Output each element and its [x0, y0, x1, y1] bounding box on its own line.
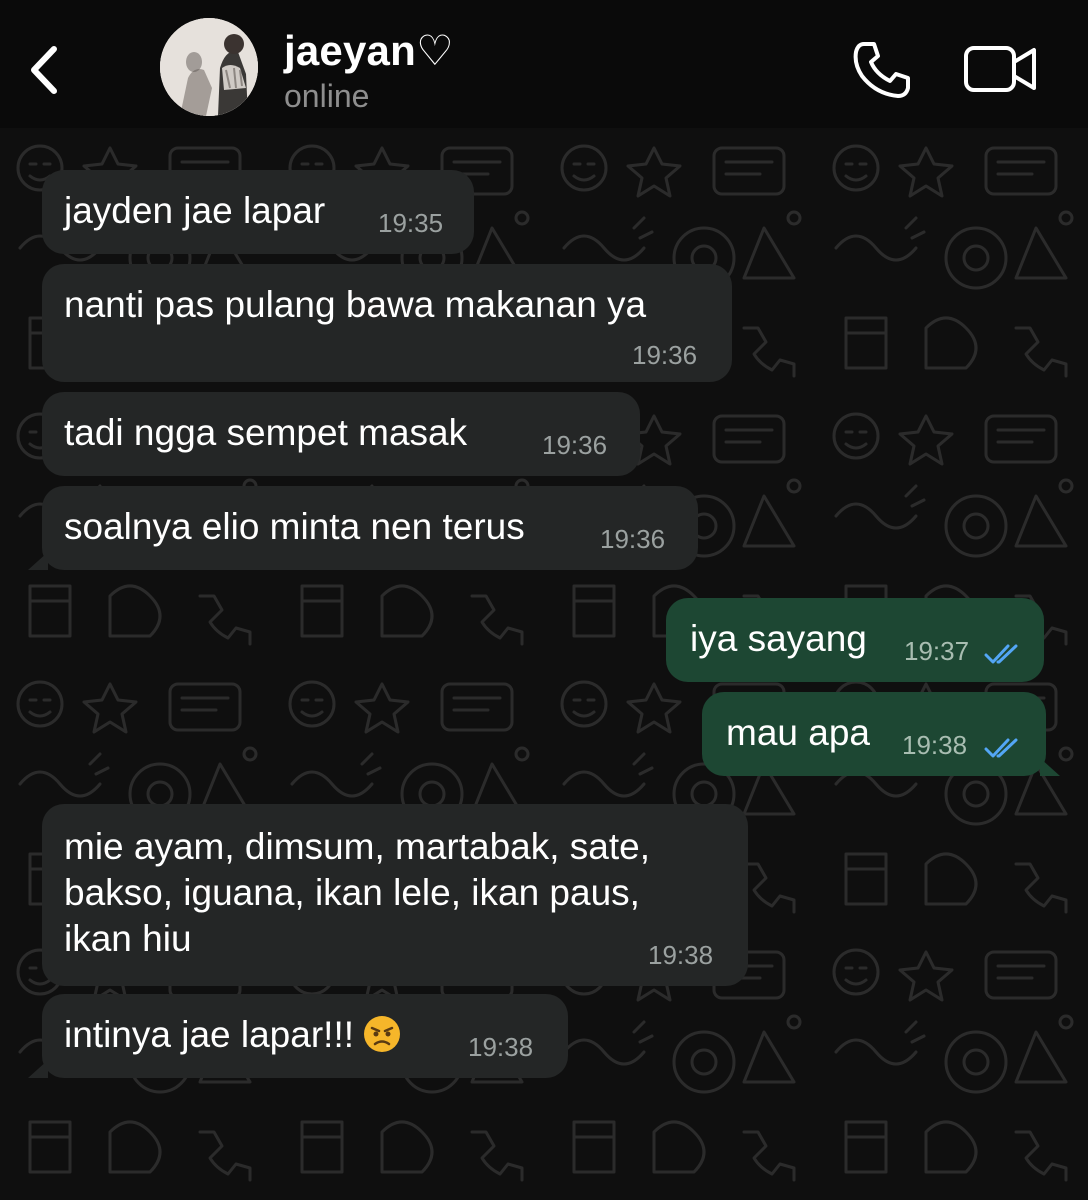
message-bubble-incoming[interactable]: tadi ngga sempet masak 19:36 [42, 392, 640, 476]
message-time: 19:37 [904, 636, 970, 666]
message-text: nanti pas pulang bawa makanan ya [64, 284, 647, 325]
message-text-line: ikan hiu [64, 918, 192, 959]
message-bubble-incoming[interactable]: jayden jae lapar 19:35 [42, 170, 474, 254]
read-receipt-icon [984, 738, 1018, 758]
chat-header: jaeyan♡ online [0, 0, 1088, 128]
message-time: 19:36 [632, 340, 698, 370]
message-text-content: intinya jae lapar!!! [64, 1014, 355, 1055]
bubble-tail [1040, 758, 1060, 776]
message-bubble-incoming[interactable]: intinya jae lapar!!! 19:38 [28, 994, 568, 1078]
video-call-button[interactable] [962, 42, 1038, 96]
message-time: 19:38 [468, 1032, 534, 1062]
message-text: intinya jae lapar!!! [64, 1012, 402, 1058]
message-text-line: mie ayam, dimsum, martabak, sate, [64, 826, 651, 867]
message-text: iya sayang [690, 618, 867, 659]
contact-name[interactable]: jaeyan♡ [284, 26, 454, 75]
video-camera-icon [964, 46, 1036, 92]
message-text: soalnya elio minta nen terus [64, 506, 525, 547]
message-time: 19:35 [378, 208, 444, 238]
message-text-line: bakso, iguana, ikan lele, ikan paus, [64, 872, 640, 913]
back-button[interactable] [18, 40, 68, 100]
message-text: mau apa [726, 712, 870, 753]
message-bubble-outgoing[interactable]: mau apa 19:38 [702, 692, 1060, 776]
read-receipt-icon [984, 644, 1018, 664]
message-time: 19:36 [542, 430, 608, 460]
bubble-tail [28, 1060, 48, 1078]
message-time: 19:38 [648, 940, 714, 970]
message-text: tadi ngga sempet masak [64, 412, 468, 453]
chat-screen: jaeyan♡ online jayden jae lapar 19:35 na… [0, 0, 1088, 1200]
bubble-tail [28, 552, 48, 570]
message-bubble-incoming[interactable]: soalnya elio minta nen terus 19:36 [28, 486, 698, 570]
chat-area[interactable]: jayden jae lapar 19:35 nanti pas pulang … [0, 128, 1088, 1200]
message-bubble-incoming[interactable]: mie ayam, dimsum, martabak, sate, bakso,… [42, 804, 748, 986]
avatar[interactable] [160, 18, 258, 116]
phone-icon [853, 42, 910, 98]
message-text: jayden jae lapar [64, 190, 326, 231]
angry-face-icon [364, 1016, 401, 1053]
chevron-left-icon [31, 46, 57, 94]
contact-status: online [284, 78, 370, 114]
message-time: 19:36 [600, 524, 666, 554]
message-bubble-incoming[interactable]: nanti pas pulang bawa makanan ya 19:36 [42, 264, 732, 382]
message-bubble-outgoing[interactable]: iya sayang 19:37 [666, 598, 1044, 682]
message-time: 19:38 [902, 730, 968, 760]
voice-call-button[interactable] [850, 38, 914, 102]
avatar-photo [160, 18, 258, 116]
